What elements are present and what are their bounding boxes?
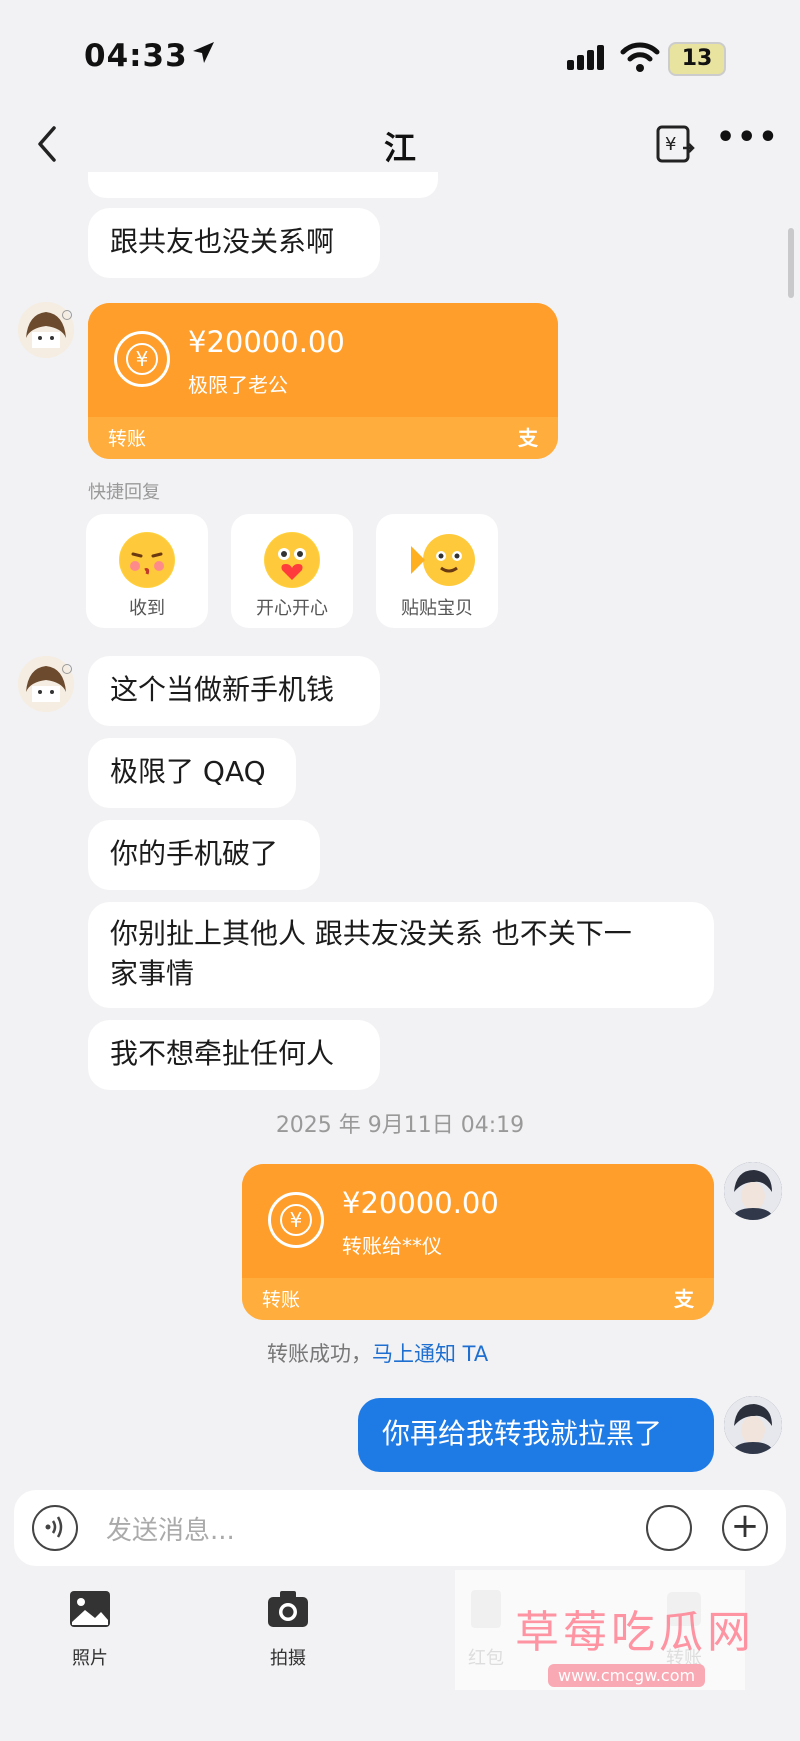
message-bubble: 我不想牵扯任何人 <box>88 1020 380 1090</box>
message-bubble: 你的手机破了 <box>88 820 320 890</box>
message-bubble: 极限了 QAQ <box>88 738 296 808</box>
notify-link[interactable]: 马上通知 TA <box>372 1342 488 1366</box>
camera-icon <box>268 1591 308 1627</box>
plus-icon[interactable]: + <box>722 1505 768 1551</box>
transfer-memo: 转账给**仪 <box>342 1234 442 1258</box>
my-message-bubble: 你再给我转我就拉黑了 <box>358 1398 714 1472</box>
card-footer <box>88 417 558 459</box>
message-line: 家事情 <box>110 957 195 990</box>
wifi-icon <box>620 42 660 72</box>
quick-reply-item[interactable]: 开心开心 <box>231 514 353 628</box>
online-dot-icon <box>62 310 72 320</box>
message-bubble: 这个当做新手机钱 <box>88 656 380 726</box>
partial-message-bubble <box>88 172 438 198</box>
message-bubble: 你别扯上其他人 跟共友没关系 也不关下一 家事情 <box>88 902 714 1008</box>
my-avatar[interactable] <box>724 1396 782 1454</box>
toolbar-item-photo[interactable]: 照片 <box>30 1588 150 1670</box>
transfer-shortcut-icon[interactable]: ¥ <box>655 124 697 164</box>
battery-indicator: 13 <box>668 42 726 76</box>
online-dot-icon <box>62 664 72 674</box>
signal-icon <box>567 45 604 70</box>
transfer-coin-icon: ¥ <box>268 1192 324 1248</box>
message-line: 你别扯上其他人 跟共友没关系 也不关下一 <box>110 917 632 950</box>
transfer-memo: 极限了老公 <box>188 373 288 397</box>
location-arrow-icon <box>193 42 214 63</box>
watermark-text: 草莓吃瓜网 <box>515 1607 755 1658</box>
transfer-status-text: 转账成功， <box>267 1342 372 1366</box>
toolbar-label: 拍摄 <box>270 1648 306 1669</box>
alipay-icon: 支 <box>518 426 538 450</box>
watermark-url: www.cmcgw.com <box>548 1664 706 1687</box>
hug-emoji-icon <box>409 532 475 588</box>
my-avatar[interactable] <box>724 1162 782 1220</box>
svg-text:¥: ¥ <box>665 134 676 155</box>
transfer-amount: ¥20000.00 <box>342 1186 499 1220</box>
quick-reply-item[interactable]: 收到 <box>86 514 208 628</box>
quick-reply-label: 贴贴宝贝 <box>401 598 473 619</box>
transfer-status: 转账成功，马上通知 TA <box>267 1338 488 1368</box>
alipay-icon: 支 <box>674 1287 694 1311</box>
transfer-coin-icon: ¥ <box>114 331 170 387</box>
status-time: 04:33 <box>84 38 188 74</box>
transfer-label: 转账 <box>262 1289 301 1311</box>
scrollbar[interactable] <box>788 228 794 298</box>
heart-emoji-icon <box>264 532 320 588</box>
quick-reply-item[interactable]: 贴贴宝贝 <box>376 514 498 628</box>
transfer-amount: ¥20000.00 <box>188 325 345 359</box>
card-footer <box>242 1278 714 1320</box>
emoji-icon[interactable] <box>646 1505 692 1551</box>
voice-icon[interactable] <box>32 1505 78 1551</box>
message-bubble: 跟共友也没关系啊 <box>88 208 380 278</box>
toolbar-label: 照片 <box>72 1648 108 1669</box>
more-options-icon[interactable]: ••• <box>716 123 778 158</box>
transfer-card-sent[interactable]: ¥ ¥20000.00 转账给**仪 转账 支 <box>242 1164 714 1320</box>
quick-reply-title: 快捷回复 <box>88 482 160 503</box>
transfer-label: 转账 <box>108 428 147 450</box>
quick-reply-label: 收到 <box>129 598 165 619</box>
toolbar-item-camera[interactable]: 拍摄 <box>228 1588 348 1670</box>
quick-reply-label: 开心开心 <box>256 598 328 619</box>
kiss-emoji-icon <box>119 532 175 588</box>
transfer-card-received[interactable]: ¥ ¥20000.00 极限了老公 转账 支 <box>88 303 558 459</box>
message-input[interactable]: 发送消息... <box>106 1510 235 1547</box>
timestamp: 2025 年 9月11日 04:19 <box>275 1113 525 1138</box>
photo-icon <box>70 1591 110 1627</box>
